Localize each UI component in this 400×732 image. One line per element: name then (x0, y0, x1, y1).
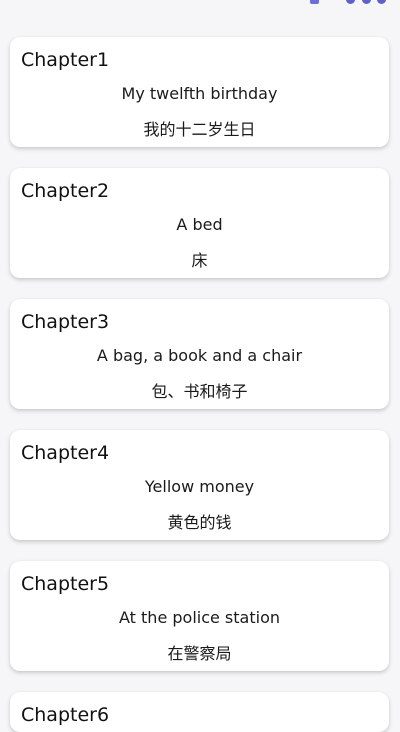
chapter-chinese-title: 我的十二岁生日 (143, 120, 256, 139)
chapter-title: Chapter5 (21, 573, 110, 595)
chapter-title: Chapter3 (21, 311, 110, 333)
top-bar (0, 0, 400, 8)
chapter-english-title: A bed (176, 215, 223, 234)
chapter-title: Chapter2 (21, 180, 110, 202)
chapter-card-3[interactable]: Chapter3 A bag, a book and a chair 包、书和椅… (10, 299, 389, 409)
chapter-card-5[interactable]: Chapter5 At the police station 在警察局 (10, 561, 389, 671)
chapter-chinese-title: 在警察局 (167, 644, 232, 663)
chapter-card-2[interactable]: Chapter2 A bed 床 (10, 168, 389, 278)
chapter-title: Chapter6 (21, 704, 110, 726)
chapter-list: Chapter1 My twelfth birthday 我的十二岁生日 Cha… (10, 37, 390, 732)
chapter-english-title: My twelfth birthday (121, 84, 278, 103)
chapter-chinese-title: 床 (191, 251, 208, 270)
chapter-english-title: A bag, a book and a chair (96, 346, 303, 365)
dot-icon (346, 0, 355, 4)
chapter-title: Chapter1 (21, 49, 110, 71)
chapter-card-4[interactable]: Chapter4 Yellow money 黄色的钱 (10, 430, 389, 540)
chapter-english-title: Yellow money (144, 477, 255, 496)
chapter-title: Chapter4 (21, 442, 110, 464)
chapter-card-6[interactable]: Chapter6 (10, 692, 389, 732)
dot-icon (361, 0, 371, 4)
chapter-card-1[interactable]: Chapter1 My twelfth birthday 我的十二岁生日 (10, 37, 389, 147)
chapter-chinese-title: 黄色的钱 (167, 513, 232, 532)
chapter-chinese-title: 包、书和椅子 (151, 382, 248, 401)
more-icon[interactable] (346, 0, 386, 4)
chapter-english-title: At the police station (119, 608, 280, 627)
document-icon[interactable] (310, 0, 319, 4)
dot-icon (377, 0, 386, 4)
